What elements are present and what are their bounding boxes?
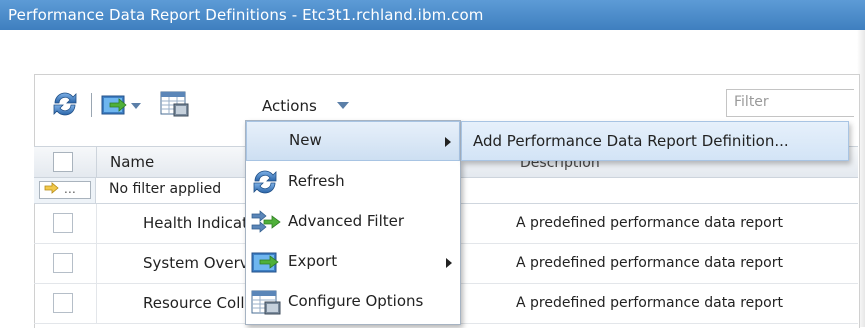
new-submenu: Add Performance Data Report Definition..… — [461, 121, 849, 161]
filter-input[interactable]: Filter — [726, 89, 854, 117]
row-checkbox[interactable] — [53, 253, 73, 273]
column-line — [96, 204, 97, 243]
menu-item-label: Export — [288, 252, 338, 270]
select-all-checkbox[interactable] — [53, 152, 73, 172]
row-description: A predefined performance data report — [516, 295, 783, 311]
refresh-icon[interactable] — [51, 90, 79, 118]
advanced-filter-icon — [251, 210, 281, 233]
column-header-name[interactable]: Name — [110, 153, 154, 171]
submenu-arrow-icon — [446, 258, 452, 268]
row-description: A predefined performance data report — [516, 215, 783, 231]
filter-status: No filter applied — [109, 181, 222, 197]
filter-cell: … — [34, 178, 96, 203]
window-title: Performance Data Report Definitions - Et… — [8, 6, 484, 24]
export-icon[interactable] — [101, 92, 143, 118]
column-line — [96, 244, 97, 283]
configure-columns-icon[interactable] — [160, 90, 190, 118]
filter-edit-button[interactable]: … — [39, 181, 91, 199]
row-checkbox[interactable] — [53, 213, 73, 233]
window-title-bar: Performance Data Report Definitions - Et… — [0, 0, 865, 30]
configure-options-icon — [251, 290, 281, 315]
menu-item-label: Advanced Filter — [288, 212, 405, 230]
column-divider[interactable] — [96, 147, 97, 177]
menu-item-new[interactable]: New — [246, 121, 460, 161]
chevron-down-icon[interactable] — [337, 102, 349, 109]
toolbar: Actions Filter — [34, 84, 854, 124]
refresh-icon — [253, 170, 277, 194]
menu-item-export[interactable]: Export — [246, 243, 460, 283]
actions-menu: New Refresh Advanced Filter Export Confi… — [245, 120, 461, 325]
menu-item-label: Refresh — [288, 172, 345, 190]
submenu-arrow-icon — [445, 137, 451, 147]
row-checkbox[interactable] — [53, 293, 73, 313]
row-description: A predefined performance data report — [516, 255, 783, 271]
export-icon — [251, 252, 279, 273]
menu-item-advanced-filter[interactable]: Advanced Filter — [246, 203, 460, 243]
actions-menu-button[interactable]: Actions — [262, 97, 317, 115]
menu-item-refresh[interactable]: Refresh — [246, 163, 460, 203]
menu-item-configure-options[interactable]: Configure Options — [246, 283, 460, 323]
menu-item-add-report-definition[interactable]: Add Performance Data Report Definition..… — [473, 132, 789, 150]
filter-arrow-icon — [44, 182, 59, 194]
menu-item-label: New — [289, 131, 322, 149]
column-line — [96, 284, 97, 323]
menu-item-label: Configure Options — [288, 292, 424, 310]
toolbar-separator — [91, 93, 92, 117]
filter-ellipsis: … — [63, 182, 76, 196]
